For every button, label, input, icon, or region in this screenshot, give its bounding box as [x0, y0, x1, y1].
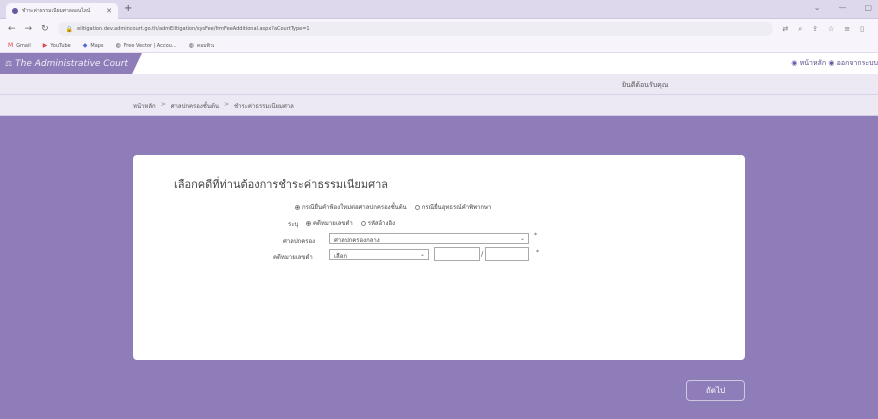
globe-icon: ◍: [188, 42, 194, 49]
tab-title: ชำระค่าธรรมเนียมศาลออนไลน์: [22, 8, 91, 14]
zoom-icon[interactable]: ⌕: [798, 25, 802, 34]
extension-icons: ⇄ ⌕ ⇪ ☆ ≡ ▯: [782, 25, 870, 34]
youtube-icon: ▶: [42, 42, 48, 49]
site-header: ⚖ The Administrative Court ◉ หน้าหลัก ◉ …: [0, 53, 878, 74]
breadcrumb-current: ชำระค่าธรรมเนียมศาล: [234, 103, 294, 110]
browser-tab-bar: ชำระค่าธรรมเนียมศาลออนไลน์ ✕ + ⌄ — ▢: [0, 0, 878, 19]
new-tab-button[interactable]: +: [124, 3, 132, 14]
required-mark: *: [536, 249, 539, 256]
welcome-text: ยินดีต้อนรับคุณ: [622, 81, 669, 89]
required-mark: *: [534, 232, 537, 239]
back-arrow-icon[interactable]: ←: [8, 24, 16, 34]
court-select-value: ศาลปกครองกลาง: [334, 237, 380, 244]
case-number-label: คดีหมายเลขดำ: [273, 254, 313, 261]
translate-icon[interactable]: ⇄: [782, 25, 788, 34]
breadcrumb-separator-icon: >: [160, 101, 166, 108]
maximize-icon[interactable]: ▢: [864, 3, 872, 12]
home-bullet-icon: ◉: [791, 59, 798, 67]
court-label: ศาลปกครอง: [283, 238, 316, 245]
chevron-down-icon: ⌄: [519, 235, 525, 242]
share-icon[interactable]: ⇪: [812, 25, 818, 34]
site-name: The Administrative Court: [15, 58, 129, 69]
browser-tab[interactable]: ชำระค่าธรรมเนียมศาลออนไลน์ ✕: [6, 3, 118, 19]
filing-type-group: กรณียื่นคำฟ้องใหม่ต่อศาลปกครองชั้นต้น กร…: [295, 202, 497, 212]
breadcrumb-court[interactable]: ศาลปกครองชั้นต้น: [171, 101, 219, 111]
lock-icon: 🔒: [65, 25, 74, 33]
specify-label: ระบุ: [288, 221, 299, 228]
bookmark-gmail[interactable]: M Gmail: [8, 42, 31, 49]
breadcrumb-bar: หน้าหลัก > ศาลปกครองชั้นต้น > ชำระค่าธรร…: [0, 95, 878, 116]
bookmark-youtube[interactable]: ▶ YouTube: [43, 42, 71, 49]
reading-list-icon[interactable]: ≡: [844, 25, 850, 34]
close-tab-icon[interactable]: ✕: [106, 7, 112, 15]
maps-icon: ◆: [82, 42, 88, 49]
bookmarks-bar: M Gmail ▶ YouTube ◆ Maps ◍ Free Vector | Acc…: [0, 39, 878, 53]
bookmark-free-vector[interactable]: ◍ Free Vector | Accou...: [116, 42, 177, 49]
window-controls: ⌄ — ▢: [814, 3, 872, 12]
globe-icon: ◍: [115, 42, 121, 49]
sidebar-icon[interactable]: ▯: [860, 25, 864, 34]
logout-link[interactable]: ออกจากระบบ: [837, 59, 878, 67]
filing-type-appeal-option[interactable]: กรณียื่นอุทธรณ์คำพิพากษา: [414, 204, 491, 211]
breadcrumb-home[interactable]: หน้าหลัก: [133, 101, 156, 111]
breadcrumb-separator-icon: >: [223, 101, 230, 108]
forward-arrow-icon[interactable]: →: [25, 24, 33, 34]
minimize-menu-icon[interactable]: ⌄: [814, 3, 821, 12]
minimize-icon[interactable]: —: [838, 3, 846, 12]
site-favicon-icon: [12, 8, 18, 14]
case-prefix-value: เลือก: [334, 253, 347, 260]
scales-icon: ⚖: [5, 59, 13, 68]
case-year-input[interactable]: [485, 247, 529, 261]
filing-type-new-option[interactable]: กรณียื่นคำฟ้องใหม่ต่อศาลปกครองชั้นต้น: [295, 204, 407, 211]
case-number-separator: /: [481, 250, 484, 258]
page-title: เลือกคดีที่ท่านต้องการชำระค่าธรรมเนียมศา…: [174, 178, 388, 191]
gmail-icon: M: [8, 42, 14, 49]
case-prefix-select[interactable]: เลือก ⌄: [329, 249, 429, 260]
url-field[interactable]: 🔒 elitigation.dev.admincourt.go.th/admEi…: [57, 22, 774, 36]
bookmark-maps[interactable]: ◆ Maps: [83, 42, 104, 49]
address-bar-row: ← → ↻ 🔒 elitigation.dev.admincourt.go.th…: [0, 19, 878, 39]
breadcrumb: หน้าหลัก > ศาลปกครองชั้นต้น > ชำระค่าธรร…: [133, 101, 294, 111]
reload-icon[interactable]: ↻: [41, 24, 49, 34]
radio-checked-icon: [295, 205, 300, 210]
next-button[interactable]: ถัดไป: [686, 380, 745, 401]
radio-unchecked-icon: [360, 221, 366, 226]
welcome-bar: ยินดีต้อนรับคุณ: [0, 74, 878, 95]
specify-group: คดีหมายเลขดำ รหัสอ้างอิง: [306, 218, 401, 228]
top-links: ◉ หน้าหลัก ◉ ออกจากระบบ: [791, 58, 878, 69]
site-logo[interactable]: ⚖ The Administrative Court: [0, 53, 142, 74]
star-icon[interactable]: ☆: [828, 25, 834, 34]
specify-reference-option[interactable]: รหัสอ้างอิง: [360, 220, 395, 227]
case-selection-panel: เลือกคดีที่ท่านต้องการชำระค่าธรรมเนียมศา…: [133, 155, 745, 360]
specify-black-case-option[interactable]: คดีหมายเลขดำ: [306, 220, 353, 227]
radio-unchecked-icon: [414, 205, 420, 210]
home-link[interactable]: หน้าหลัก: [800, 59, 826, 67]
bookmark-computer[interactable]: ◍ คอมพิวเ: [189, 42, 215, 50]
url-text: elitigation.dev.admincourt.go.th/admEilt…: [77, 26, 310, 32]
chevron-down-icon: ⌄: [419, 251, 425, 258]
logout-bullet-icon: ◉: [828, 59, 835, 67]
case-number-input[interactable]: [434, 247, 480, 261]
court-select[interactable]: ศาลปกครองกลาง ⌄: [329, 233, 529, 244]
radio-checked-icon: [306, 221, 311, 226]
